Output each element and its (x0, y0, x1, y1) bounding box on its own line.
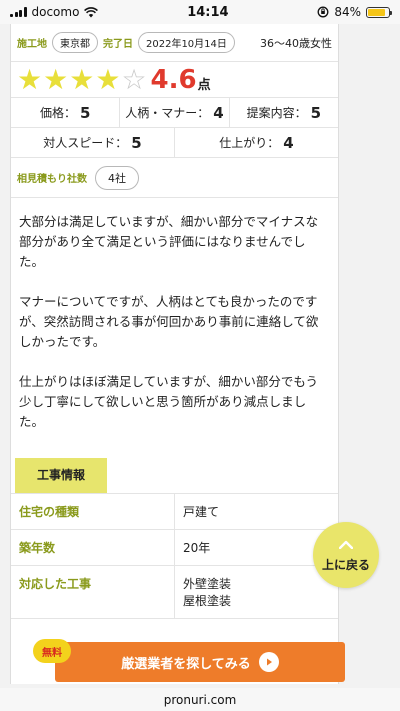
arrow-right-icon (258, 652, 279, 672)
speed-value: 5 (131, 133, 142, 152)
manner-label: 人柄・マナー： (125, 106, 210, 120)
location-badge: 東京都 (52, 32, 98, 53)
house-type-value: 戸建て (174, 493, 338, 530)
table-row: 住宅の種類 戸建て (11, 493, 338, 530)
rating-score: 4.6 (150, 64, 197, 95)
building-age-label: 築年数 (11, 529, 175, 566)
back-to-top-button[interactable]: 上に戻る (313, 522, 379, 588)
status-bar: docomo 14:14 84% (0, 0, 400, 24)
cta-bar: 厳選業者を探してみる 無料 (0, 636, 400, 688)
url-bar[interactable]: pronuri.com (0, 688, 400, 711)
find-contractor-button[interactable]: 厳選業者を探してみる (55, 642, 345, 682)
review-meta: 施工地 東京都 完了日 2022年10月14日 36〜40歳女性 (11, 24, 338, 62)
manner-score: 人柄・マナー： 4 (120, 98, 230, 127)
star-filled-icon: ★ (95, 62, 121, 96)
finish-score: 仕上がり： 4 (175, 128, 338, 157)
status-left: docomo (10, 5, 99, 19)
price-score: 価格： 5 (11, 98, 121, 127)
free-badge: 無料 (33, 639, 71, 663)
status-time: 14:14 (187, 4, 229, 20)
battery-percent: 84% (334, 5, 361, 19)
chevron-up-icon (338, 538, 354, 552)
star-filled-icon: ★ (17, 62, 43, 96)
estimate-label: 相見積もり社数 (17, 174, 87, 185)
work-info-table: 住宅の種類 戸建て 築年数 20年 対応した工事 外壁塗装 屋根塗装 (11, 493, 338, 619)
review-card: 施工地 東京都 完了日 2022年10月14日 36〜40歳女性 ★ ★ ★ ★ ☆ 4… (10, 24, 339, 684)
signal-icon (10, 7, 27, 17)
work-type-value: 外壁塗装 屋根塗装 (174, 565, 338, 619)
back-to-top-label: 上に戻る (321, 557, 370, 572)
proposal-score: 提案内容： 5 (230, 98, 338, 127)
completion-date-badge: 2022年10月14日 (138, 32, 235, 53)
estimate-count-row: 相見積もり社数 4社 (11, 158, 338, 198)
battery-icon (366, 6, 392, 18)
find-contractor-label: 厳選業者を探してみる (121, 656, 251, 672)
review-text: 大部分は満足していますが、細かい部分でマイナスな部分があり全て満足という評価には… (11, 198, 338, 458)
finish-label: 仕上がり： (219, 136, 280, 150)
status-right: 84% (317, 5, 392, 19)
wifi-icon (84, 6, 99, 17)
table-row: 対応した工事 外壁塗装 屋根塗装 (11, 565, 338, 619)
finish-value: 4 (283, 133, 294, 152)
proposal-label: 提案内容： (246, 106, 307, 120)
reviewer-demographic: 36〜40歳女性 (260, 36, 332, 50)
proposal-value: 5 (310, 103, 322, 122)
review-paragraph: 大部分は満足していますが、細かい部分でマイナスな部分があり全て満足という評価には… (19, 214, 319, 269)
star-filled-icon: ★ (69, 62, 95, 96)
location-label: 施工地 (17, 39, 47, 50)
star-empty-icon: ☆ (121, 62, 147, 96)
star-filled-icon: ★ (43, 62, 69, 96)
orientation-lock-icon (317, 6, 329, 18)
rating-unit: 点 (197, 78, 211, 93)
estimate-count-badge: 4社 (95, 165, 139, 190)
work-type-label: 対応した工事 (11, 565, 175, 619)
speed-label: 対人スピード： (43, 136, 128, 150)
price-value: 5 (79, 103, 91, 122)
carrier-name: docomo (31, 5, 80, 19)
review-paragraph: 仕上がりはほぼ満足していますが、細かい部分でもう少し丁寧にして欲しいと思う箇所が… (19, 374, 319, 429)
manner-value: 4 (213, 103, 224, 122)
work-info-heading: 工事情報 (15, 458, 108, 493)
table-row: 築年数 20年 (11, 529, 338, 566)
score-row-1: 価格： 5 人柄・マナー： 4 提案内容： 5 (11, 98, 338, 128)
house-type-label: 住宅の種類 (11, 493, 175, 530)
battery-fill (368, 8, 385, 16)
review-paragraph: マナーについてですが、人柄はとても良かったのですが、突然訪問される事が何回かあり… (19, 294, 319, 349)
price-label: 価格： (39, 106, 76, 120)
speed-score: 対人スピード： 5 (11, 128, 175, 157)
star-rating: ★ ★ ★ ★ ☆ (17, 62, 147, 96)
overall-rating: ★ ★ ★ ★ ☆ 4.6 点 (11, 62, 338, 98)
url-text: pronuri.com (163, 692, 237, 707)
score-row-2: 対人スピード： 5 仕上がり： 4 (11, 128, 338, 158)
completion-label: 完了日 (103, 39, 133, 50)
